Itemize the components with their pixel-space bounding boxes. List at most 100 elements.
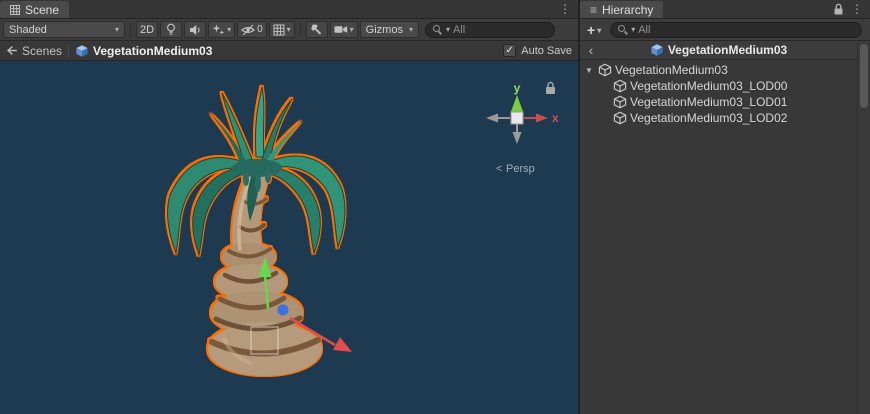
hierarchy-search-field[interactable]: ▾ All: [610, 22, 862, 38]
prefab-cube-icon: [75, 44, 89, 58]
gizmos-label: Gizmos: [366, 24, 403, 36]
shading-mode-label: Shaded: [9, 24, 47, 36]
sparkle-icon: [212, 24, 225, 36]
tree-row-root[interactable]: ▼ VegetationMedium03: [580, 62, 857, 78]
tree-row-lod00[interactable]: VegetationMedium03_LOD00: [580, 78, 857, 94]
gameobject-cube-icon: [613, 111, 627, 125]
axis-x-label[interactable]: x: [552, 111, 559, 125]
chevron-down-icon: ▾: [597, 27, 601, 35]
prefab-stage-header: ‹ VegetationMedium03: [580, 41, 870, 60]
grid-icon: [273, 24, 285, 36]
check-icon: ✓: [506, 45, 514, 56]
speaker-icon: [189, 24, 202, 36]
auto-save-control: ✓ Auto Save: [503, 44, 572, 57]
list-icon: ≡: [590, 4, 597, 16]
scene-toolbar: Shaded ▾ 2D ▾ 0 ▾: [0, 19, 578, 41]
foldout-icon[interactable]: ▼: [583, 66, 595, 75]
breadcrumb-prefab-label: VegetationMedium03: [93, 44, 212, 58]
scene-visibility-toggle[interactable]: 0: [237, 21, 267, 38]
scene-tab-label: Scene: [25, 3, 59, 17]
tree-row-label: VegetationMedium03_LOD00: [630, 79, 787, 93]
hierarchy-tabbar: ≡ Hierarchy ⋮: [580, 0, 870, 19]
camera-dropdown[interactable]: ▾: [330, 21, 358, 38]
scene-kebab-menu-icon[interactable]: ⋮: [559, 2, 571, 16]
auto-save-checkbox[interactable]: ✓: [503, 44, 516, 57]
tree-row-lod02[interactable]: VegetationMedium03_LOD02: [580, 110, 857, 126]
gizmo-x-arrowhead[interactable]: [333, 337, 352, 352]
plus-icon: +: [587, 22, 595, 38]
gizmos-dropdown[interactable]: Gizmos ▾: [360, 21, 419, 38]
axis-neg-x-cone[interactable]: [486, 114, 498, 123]
breadcrumb-prefab[interactable]: VegetationMedium03: [75, 44, 212, 58]
search-filter-chevron-icon: ▾: [631, 26, 635, 34]
breadcrumb-scenes-label: Scenes: [22, 44, 62, 58]
shading-mode-dropdown[interactable]: Shaded ▾: [3, 21, 125, 38]
tree-row-lod01[interactable]: VegetationMedium03_LOD01: [580, 94, 857, 110]
hierarchy-tree: ▼ VegetationMedium03 VegetationMedium03_…: [580, 60, 870, 414]
scene-panel: Scene ⋮ Shaded ▾ 2D ▾: [0, 0, 580, 414]
search-icon: [618, 25, 628, 35]
unity-editor: Scene ⋮ Shaded ▾ 2D ▾: [0, 0, 870, 414]
prefab-stage-title: VegetationMedium03: [668, 43, 787, 57]
grid-visibility-dropdown[interactable]: ▾: [269, 21, 295, 38]
gameobject-cube-icon: [613, 79, 627, 93]
create-object-button[interactable]: + ▾: [583, 21, 605, 38]
hidden-count: 0: [257, 24, 263, 35]
scene-search-field[interactable]: ▾ All: [425, 22, 555, 38]
back-arrow-icon: [6, 45, 18, 56]
prefab-cube-icon: [650, 43, 664, 57]
hierarchy-search-filter-label: All: [638, 24, 650, 36]
projection-toggle[interactable]: < Persp: [496, 163, 535, 175]
tab-scene[interactable]: Scene: [0, 1, 69, 18]
selected-tree-model[interactable]: [168, 87, 345, 376]
hierarchy-panel: ≡ Hierarchy ⋮ + ▾ ▾ All ‹: [580, 0, 870, 414]
tab-hierarchy[interactable]: ≡ Hierarchy: [580, 1, 663, 18]
chevron-down-icon: ▾: [227, 26, 231, 34]
axis-y-label[interactable]: y: [514, 81, 521, 95]
hierarchy-toolbar: + ▾ ▾ All: [580, 19, 870, 41]
scrollbar-thumb[interactable]: [860, 44, 868, 108]
axis-neg-y-cone[interactable]: [513, 132, 522, 144]
grid-tab-icon: [10, 5, 20, 15]
axis-center-handle[interactable]: [511, 112, 523, 124]
auto-save-label: Auto Save: [521, 45, 572, 57]
search-filter-chevron-icon: ▾: [446, 26, 450, 34]
breadcrumb-scenes[interactable]: Scenes: [6, 44, 62, 58]
projection-label[interactable]: Persp: [506, 163, 535, 175]
gameobject-cube-icon: [613, 95, 627, 109]
prefab-breadcrumb-bar: Scenes VegetationMedium03 ✓ Auto Save: [0, 41, 578, 61]
gizmo-lock-icon[interactable]: [546, 83, 555, 95]
lock-icon[interactable]: [833, 3, 844, 15]
scene-search-filter-label: All: [453, 24, 465, 36]
chevron-down-icon: ▾: [350, 26, 354, 34]
search-icon: [433, 25, 443, 35]
scene-audio-toggle[interactable]: [184, 21, 206, 38]
chevron-down-icon: ▾: [409, 26, 413, 34]
scene-lighting-toggle[interactable]: [160, 21, 182, 38]
prefab-back-button[interactable]: ‹: [584, 41, 598, 59]
tree-row-label: VegetationMedium03: [615, 63, 728, 77]
tools-icon: [310, 23, 323, 36]
gizmo-z-handle[interactable]: [278, 305, 289, 316]
gameobject-cube-icon: [598, 63, 612, 77]
tree-row-label: VegetationMedium03_LOD01: [630, 95, 787, 109]
camera-icon: [334, 24, 348, 35]
2d-label: 2D: [140, 24, 154, 36]
chevron-down-icon: ▾: [115, 26, 119, 34]
chevron-down-icon: ▾: [287, 26, 291, 34]
hierarchy-tab-label: Hierarchy: [602, 3, 653, 17]
scene-effects-dropdown[interactable]: ▾: [208, 21, 235, 38]
scene-tabbar: Scene ⋮: [0, 0, 578, 19]
hierarchy-scrollbar[interactable]: [857, 42, 870, 414]
hierarchy-kebab-menu-icon[interactable]: ⋮: [851, 2, 863, 16]
editor-tools-button[interactable]: [306, 21, 328, 38]
tree-row-label: VegetationMedium03_LOD02: [630, 111, 787, 125]
eye-off-icon: [241, 24, 255, 36]
breadcrumb-separator: [68, 44, 69, 57]
axis-x-cone[interactable]: [536, 114, 548, 123]
lightbulb-icon: [165, 23, 177, 36]
axis-y-cone[interactable]: [511, 95, 524, 113]
persp-chevron-icon: <: [496, 163, 502, 175]
scene-viewport[interactable]: y x < Persp: [0, 61, 578, 414]
2d-toggle-button[interactable]: 2D: [136, 21, 158, 38]
